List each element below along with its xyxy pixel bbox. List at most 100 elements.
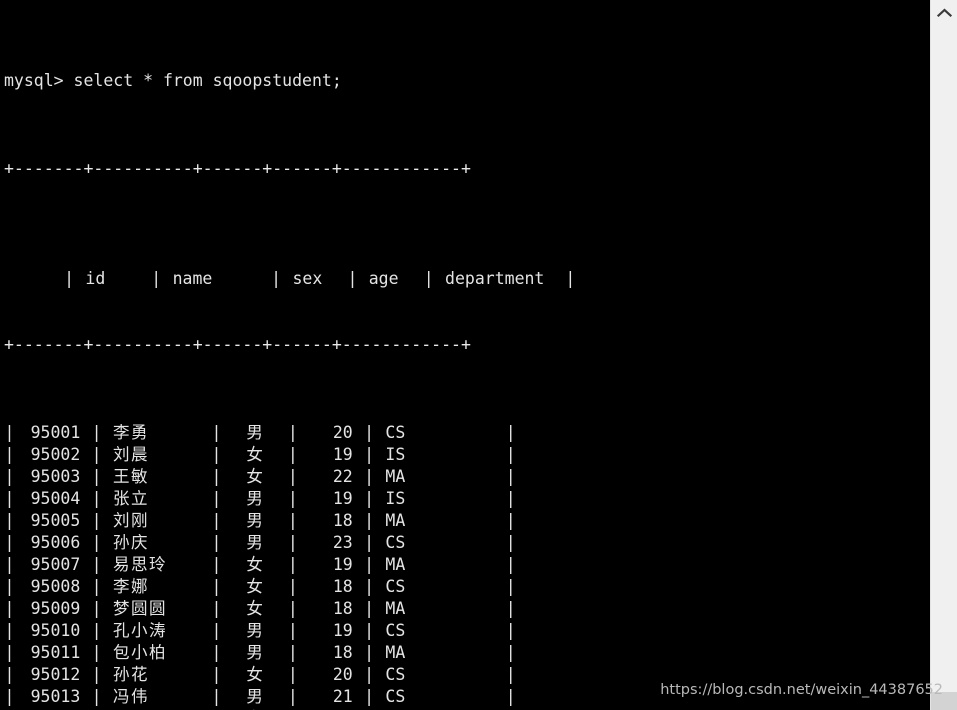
cell-sex: 男 bbox=[246, 533, 263, 552]
column-header-name: name bbox=[172, 269, 213, 288]
cell-age: 20 bbox=[332, 665, 353, 684]
terminal-window: mysql> select * from sqoopstudent; +----… bbox=[0, 0, 957, 710]
table-header-row: | id | name | sex | age | department | bbox=[4, 246, 930, 288]
cell-name: 李娜 bbox=[112, 577, 149, 596]
cell-age: 20 bbox=[332, 423, 353, 442]
table-border: | bbox=[4, 445, 15, 464]
table-border: | bbox=[211, 665, 222, 684]
table-border: | bbox=[287, 643, 298, 662]
cell-department: MA bbox=[385, 599, 406, 618]
table-border: | bbox=[211, 643, 222, 662]
table-border: | bbox=[505, 467, 516, 486]
cell-sex: 男 bbox=[246, 621, 263, 640]
table-border: | bbox=[4, 599, 15, 618]
table-border: | bbox=[565, 269, 576, 288]
table-row: | 95007 | 易思玲 | 女 | 19 | MA | bbox=[4, 554, 930, 576]
table-border: | bbox=[91, 489, 102, 508]
table-border: | bbox=[91, 599, 102, 618]
table-border: | bbox=[505, 489, 516, 508]
cell-id: 95011 bbox=[30, 643, 81, 662]
table-border: | bbox=[287, 599, 298, 618]
table-border: | bbox=[505, 555, 516, 574]
cell-department: CS bbox=[385, 687, 406, 706]
table-border: | bbox=[64, 269, 75, 288]
cell-age: 19 bbox=[332, 445, 353, 464]
table-border: | bbox=[505, 511, 516, 530]
cell-department: MA bbox=[385, 467, 406, 486]
cell-age: 23 bbox=[332, 533, 353, 552]
table-border: | bbox=[4, 511, 15, 530]
table-border: | bbox=[505, 423, 516, 442]
table-border: | bbox=[211, 533, 222, 552]
scroll-up-button[interactable] bbox=[931, 0, 957, 26]
table-border: | bbox=[91, 555, 102, 574]
table-border: | bbox=[151, 269, 162, 288]
cell-sex: 男 bbox=[246, 687, 263, 706]
column-header-id: id bbox=[85, 269, 106, 288]
cell-department: CS bbox=[385, 577, 406, 596]
table-border: | bbox=[91, 467, 102, 486]
cell-id: 95003 bbox=[30, 467, 81, 486]
cell-sex: 女 bbox=[246, 599, 263, 618]
cell-age: 19 bbox=[332, 621, 353, 640]
table-border: | bbox=[4, 665, 15, 684]
table-border: | bbox=[364, 665, 375, 684]
table-border: | bbox=[364, 643, 375, 662]
cell-sex: 女 bbox=[246, 467, 263, 486]
terminal-output-area[interactable]: mysql> select * from sqoopstudent; +----… bbox=[0, 0, 930, 710]
cell-department: IS bbox=[385, 445, 406, 464]
table-separator-header: +-------+----------+------+------+------… bbox=[4, 335, 471, 354]
table-row: | 95004 | 张立 | 男 | 19 | IS | bbox=[4, 488, 930, 510]
table-border: | bbox=[287, 423, 298, 442]
cell-department: CS bbox=[385, 621, 406, 640]
cell-name: 刘晨 bbox=[112, 445, 149, 464]
table-border: | bbox=[287, 445, 298, 464]
scroll-thumb[interactable] bbox=[931, 692, 957, 710]
table-border: | bbox=[347, 269, 358, 288]
cell-sex: 女 bbox=[246, 445, 263, 464]
cell-department: IS bbox=[385, 489, 406, 508]
cell-name: 孙花 bbox=[112, 665, 149, 684]
table-separator-top: +-------+----------+------+------+------… bbox=[4, 159, 471, 178]
vertical-scrollbar[interactable] bbox=[930, 0, 957, 710]
table-border: | bbox=[271, 269, 282, 288]
table-border: | bbox=[211, 423, 222, 442]
cell-id: 95004 bbox=[30, 489, 81, 508]
cell-department: CS bbox=[385, 533, 406, 552]
table-border: | bbox=[505, 533, 516, 552]
cell-id: 95006 bbox=[30, 533, 81, 552]
table-border: | bbox=[287, 577, 298, 596]
table-row: | 95009 | 梦圆圆 | 女 | 18 | MA | bbox=[4, 598, 930, 620]
cell-sex: 女 bbox=[246, 555, 263, 574]
cell-id: 95007 bbox=[30, 555, 81, 574]
cell-sex: 男 bbox=[246, 643, 263, 662]
cell-name: 易思玲 bbox=[112, 555, 167, 574]
table-border: | bbox=[4, 687, 15, 706]
column-header-age: age bbox=[368, 269, 399, 288]
cell-name: 冯伟 bbox=[112, 687, 149, 706]
table-border: | bbox=[4, 489, 15, 508]
cell-age: 21 bbox=[332, 687, 353, 706]
table-border: | bbox=[211, 687, 222, 706]
table-row: | 95005 | 刘刚 | 男 | 18 | MA | bbox=[4, 510, 930, 532]
cell-id: 95001 bbox=[30, 423, 81, 442]
table-border: | bbox=[211, 599, 222, 618]
table-border: | bbox=[287, 533, 298, 552]
table-border: | bbox=[4, 577, 15, 596]
cell-id: 95012 bbox=[30, 665, 81, 684]
table-row: | 95003 | 王敏 | 女 | 22 | MA | bbox=[4, 466, 930, 488]
table-border: | bbox=[4, 555, 15, 574]
table-border: | bbox=[364, 423, 375, 442]
table-border: | bbox=[211, 511, 222, 530]
table-border: | bbox=[91, 665, 102, 684]
table-border: | bbox=[287, 665, 298, 684]
table-border: | bbox=[287, 467, 298, 486]
cell-age: 22 bbox=[332, 467, 353, 486]
table-row: | 95011 | 包小柏 | 男 | 18 | MA | bbox=[4, 642, 930, 664]
table-border: | bbox=[287, 489, 298, 508]
table-body: | 95001 | 李勇 | 男 | 20 | CS | | 95002 | 刘晨 | 女 | 19 | IS | | 950… bbox=[4, 422, 930, 710]
table-border: | bbox=[364, 489, 375, 508]
cell-name: 包小柏 bbox=[112, 643, 167, 662]
cell-age: 18 bbox=[332, 599, 353, 618]
command-line: mysql> select * from sqoopstudent; bbox=[4, 71, 342, 90]
